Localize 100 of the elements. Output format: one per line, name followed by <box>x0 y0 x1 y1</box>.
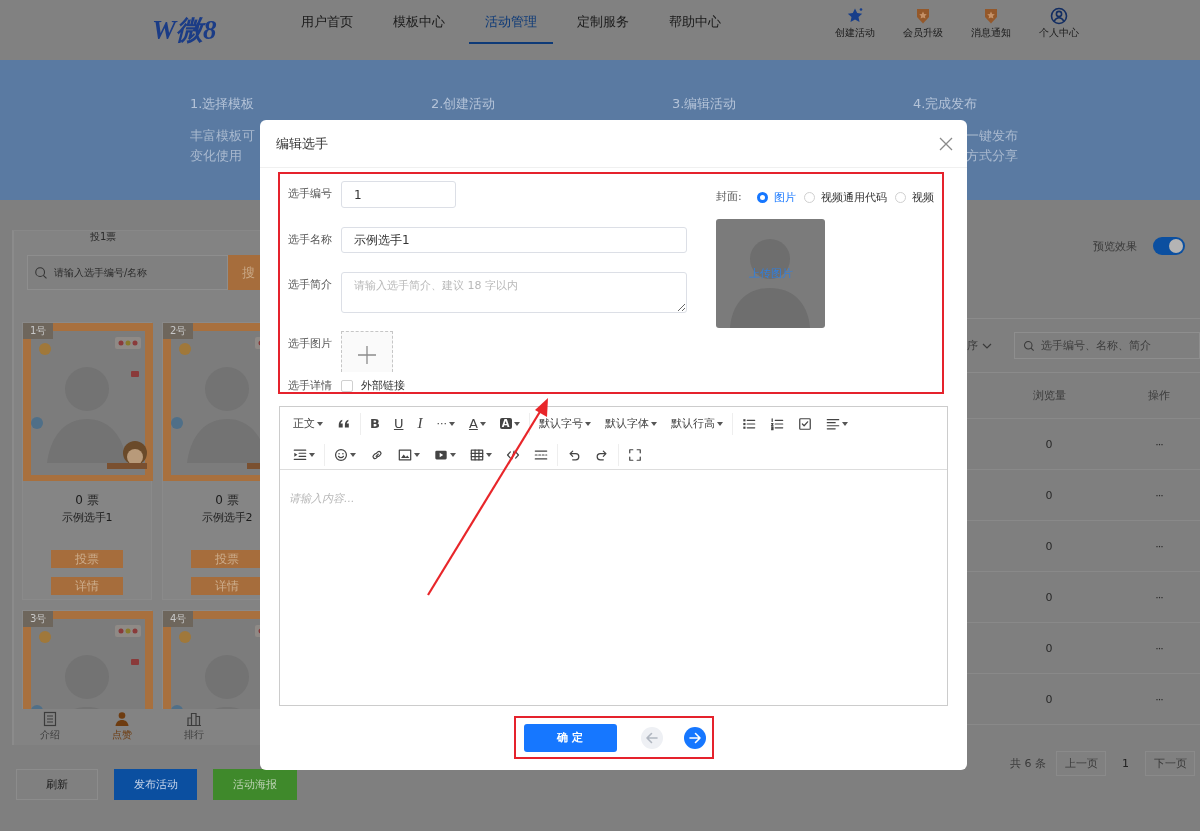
bar-chart-icon <box>186 711 202 727</box>
tab[interactable]: 介绍 <box>14 709 86 745</box>
more-button[interactable]: ··· <box>1118 590 1200 604</box>
step-title: 3.编辑活动 <box>672 95 738 113</box>
next-button[interactable] <box>683 726 706 749</box>
toolbar-button[interactable]: 默认字号 <box>531 412 598 435</box>
nav-link[interactable]: 定制服务 <box>561 2 645 44</box>
align-icon <box>825 416 840 431</box>
field-label: 封面: <box>716 190 743 204</box>
search-icon <box>34 265 48 280</box>
step-title: 4.完成发布 <box>913 95 979 113</box>
field-label: 选手编号 <box>288 186 333 202</box>
more-button[interactable]: ··· <box>1118 437 1200 451</box>
contestant-name: 示例选手2 <box>200 510 254 526</box>
number-badge: 3号 <box>23 611 54 627</box>
table-cell-text: 0 <box>1044 692 1054 706</box>
sort-dropdown[interactable]: 序 <box>967 338 992 353</box>
column-header: 操作 <box>1147 388 1171 403</box>
smiley-icon <box>334 447 348 462</box>
action-label[interactable]: 会员升级 <box>903 26 943 40</box>
dialog-title: 编辑选手 <box>276 134 328 153</box>
radio-button[interactable] <box>757 191 768 203</box>
close-icon[interactable] <box>939 136 953 151</box>
toggle-label: 预览效果 <box>1093 238 1137 254</box>
search-placeholder: 请输入选手编号/名称 <box>54 265 148 280</box>
field-label: 选手详情 <box>288 378 333 393</box>
card-action-button[interactable]: 详情 <box>51 577 123 595</box>
tab[interactable]: 排行 <box>158 709 230 745</box>
step-title: 2.创建活动 <box>431 95 497 113</box>
more-button[interactable]: ··· <box>1118 488 1200 502</box>
fullscreen-icon <box>628 447 642 462</box>
bold-button[interactable]: B <box>363 412 387 435</box>
user-icon[interactable] <box>1050 7 1068 25</box>
action-label[interactable]: 消息通知 <box>971 26 1011 40</box>
action-label[interactable]: 个人中心 <box>1039 26 1079 40</box>
field-label: 选手名称 <box>288 232 333 248</box>
table-cell-text: 0 <box>1044 641 1054 655</box>
input-field[interactable]: 示例选手1 <box>341 227 687 253</box>
textarea-field[interactable]: 请输入选手简介、建议 18 字以内 <box>341 272 687 313</box>
italic-button[interactable]: I <box>410 412 430 435</box>
step-title: 1.选择模板 <box>190 95 256 113</box>
toolbar-button[interactable]: 默认行高 <box>663 412 730 435</box>
page-button[interactable]: 刷新 <box>16 769 98 800</box>
tab[interactable]: 点赞 <box>86 709 158 745</box>
search-field[interactable]: 请输入选手编号/名称 <box>27 255 228 290</box>
more-button[interactable]: ··· <box>1118 539 1200 553</box>
page-button[interactable]: 发布活动 <box>114 769 197 800</box>
toolbar-button[interactable]: ··· <box>429 412 462 435</box>
logo[interactable]: W微8 <box>152 0 285 60</box>
input-field[interactable]: 1 <box>341 181 456 208</box>
radio-label[interactable]: 视频 <box>912 189 934 205</box>
table-cell-text: 0 <box>1044 539 1054 553</box>
table-cell-text: 0 <box>1044 437 1054 451</box>
field-label: 选手图片 <box>288 336 333 352</box>
contestant-name: 示例选手1 <box>60 510 114 526</box>
left-arrow-icon <box>644 730 659 745</box>
image-icon <box>398 447 412 462</box>
toolbar-button[interactable]: 默认字体 <box>597 412 664 435</box>
radio-label[interactable]: 视频通用代码 <box>821 189 887 205</box>
field-label: 选手简介 <box>288 277 333 293</box>
more-button[interactable]: ··· <box>1118 641 1200 655</box>
table-icon <box>470 447 484 462</box>
checkbox-label[interactable]: 外部链接 <box>361 378 405 393</box>
radio-label[interactable]: 图片 <box>774 189 796 205</box>
step-description: 丰富模板可 <box>190 127 255 145</box>
undo-icon <box>567 447 581 462</box>
action-label[interactable]: 创建活动 <box>835 26 875 40</box>
page-button[interactable]: 活动海报 <box>213 769 297 800</box>
card-action-button[interactable]: 投票 <box>191 550 263 568</box>
underline-button[interactable]: U <box>386 412 411 435</box>
confirm-button[interactable]: 确 定 <box>523 723 617 752</box>
toolbar-button[interactable]: 正文 <box>286 412 330 435</box>
more-button[interactable]: ··· <box>1118 692 1200 706</box>
document-icon <box>42 711 58 727</box>
number-badge: 1号 <box>23 323 54 339</box>
numbered-list-icon <box>769 416 784 431</box>
checkbox-icon <box>797 416 812 431</box>
background-color-button[interactable]: A <box>492 412 527 435</box>
right-arrow-icon <box>687 730 702 745</box>
total-count: 共 6 条 <box>1010 756 1046 771</box>
nav-link[interactable]: 活动管理 <box>469 2 553 44</box>
table-cell-text: 0 <box>1044 488 1054 502</box>
card-action-button[interactable]: 详情 <box>191 577 263 595</box>
bullet-list-icon <box>741 416 756 431</box>
table-cell-text: 0 <box>1044 590 1054 604</box>
search-icon <box>1023 339 1035 352</box>
nav-link[interactable]: 帮助中心 <box>653 2 737 44</box>
chevron-icon <box>982 342 992 349</box>
card-action-button[interactable]: 投票 <box>51 550 123 568</box>
page-number[interactable]: 1 <box>1116 757 1135 770</box>
star-icon[interactable] <box>846 7 864 25</box>
step-description: 变化使用 <box>190 147 242 165</box>
toggle-switch[interactable] <box>1153 237 1185 255</box>
plus-icon <box>357 345 377 365</box>
column-header: 浏览量 <box>1031 388 1067 403</box>
font-color-button[interactable]: A <box>461 412 493 435</box>
vote-count: 0 票 <box>214 492 240 508</box>
checkbox[interactable] <box>341 379 353 392</box>
nav-link[interactable]: 模板中心 <box>377 2 461 44</box>
nav-link[interactable]: 用户首页 <box>285 2 369 44</box>
